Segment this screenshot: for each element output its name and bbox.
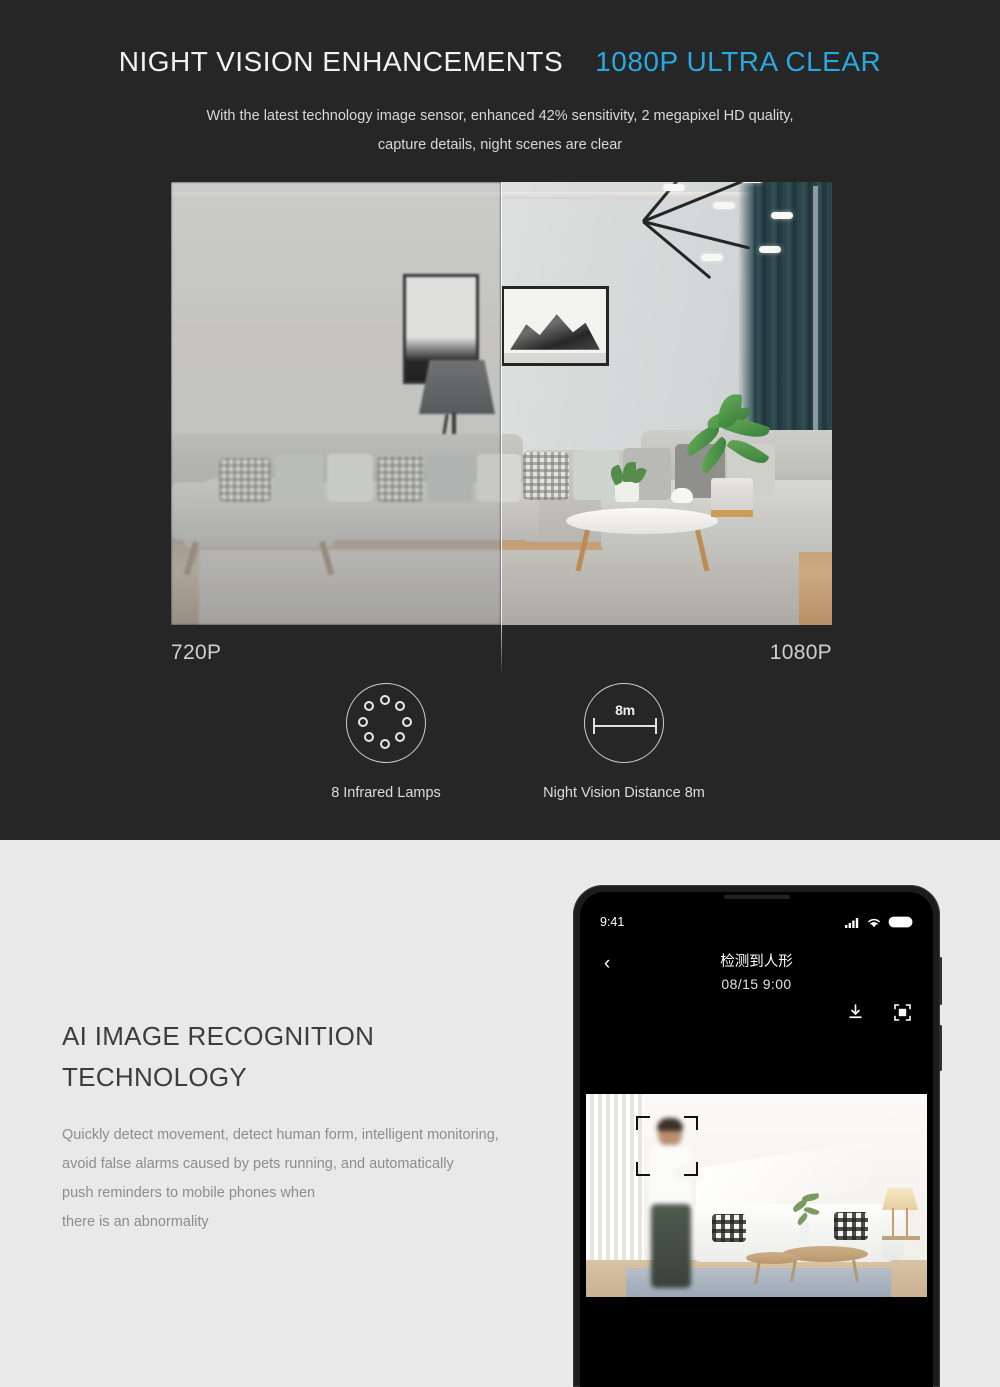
ai-body-line-4: there is an abnormality (62, 1214, 209, 1230)
infrared-lamp-dot (379, 738, 390, 749)
infrared-lamps-icon (346, 683, 426, 763)
phone-mockup: 9:41 ‹ 检测到人形 08/15 9:00 (573, 885, 942, 1387)
comparison-half-1080p (501, 182, 832, 625)
battery-icon (888, 916, 913, 928)
snapshot-icon[interactable] (894, 1004, 911, 1021)
ai-body-line-2: avoid false alarms caused by pets runnin… (62, 1156, 454, 1172)
infrared-lamp-dot (401, 716, 412, 727)
ai-title-line-2: TECHNOLOGY (62, 1062, 248, 1092)
status-time: 9:41 (600, 915, 625, 929)
phone-screen: 9:41 ‹ 检测到人形 08/15 9:00 (580, 892, 933, 1387)
night-vision-subhead: With the latest technology image sensor,… (0, 102, 1000, 160)
night-vision-section: NIGHT VISION ENHANCEMENTS 1080P ULTRA CLE… (0, 0, 1000, 840)
infrared-lamp-dot (364, 732, 375, 743)
feature-caption: Night Vision Distance 8m (543, 785, 705, 801)
ai-section-body: Quickly detect movement, detect human fo… (62, 1121, 499, 1237)
label-1080p: 1080P (769, 641, 832, 664)
distance-label: 8m (615, 702, 635, 718)
label-720p: 720P (171, 641, 222, 664)
status-icon-group (845, 916, 913, 928)
night-vision-headline: NIGHT VISION ENHANCEMENTS 1080P ULTRA CLE… (0, 46, 1000, 78)
infrared-lamp-dot (395, 732, 406, 743)
power-button[interactable] (939, 1025, 942, 1071)
infrared-lamp-dot (379, 694, 390, 705)
headline-accent: 1080P ULTRA CLEAR (595, 46, 882, 77)
infrared-lamp-dot (395, 701, 406, 712)
ai-section-title: AI IMAGE RECOGNITION TECHNOLOGY (62, 1016, 374, 1098)
screen-action-row (847, 1004, 911, 1021)
comparison-divider (501, 182, 502, 676)
screen-subtitle: 08/15 9:00 (721, 976, 792, 992)
ai-body-line-3: push reminders to mobile phones when (62, 1185, 316, 1201)
infrared-lamp-dot (357, 716, 368, 727)
infrared-lamp-dot (364, 701, 375, 712)
headline-main: NIGHT VISION ENHANCEMENTS (118, 46, 564, 77)
ai-title-line-1: AI IMAGE RECOGNITION (62, 1021, 375, 1051)
signal-icon (845, 917, 859, 928)
comparison-half-720p (171, 182, 501, 625)
living-room-scene-720p (171, 182, 501, 625)
human-detection-box (636, 1116, 698, 1176)
night-vision-distance-icon: 8m (584, 683, 664, 763)
subhead-line-1: With the latest technology image sensor,… (206, 108, 794, 124)
earpiece-speaker (723, 895, 790, 899)
download-icon[interactable] (847, 1004, 864, 1021)
ai-body-line-1: Quickly detect movement, detect human fo… (62, 1127, 499, 1143)
status-bar: 9:41 (580, 912, 933, 932)
volume-button[interactable] (939, 957, 942, 1005)
wifi-icon (868, 918, 880, 927)
subhead-line-2: capture details, night scenes are clear (377, 137, 623, 153)
screen-title: 检测到人形 (720, 954, 793, 970)
feature-night-vision-distance: 8m Night Vision Distance 8m (528, 683, 720, 801)
feature-caption: 8 Infrared Lamps (331, 785, 441, 801)
video-table-lamp (882, 1188, 918, 1210)
feature-infrared-lamps: 8 Infrared Lamps (300, 683, 472, 801)
living-room-scene-1080p (501, 182, 832, 625)
camera-video-feed[interactable] (586, 1094, 927, 1297)
feature-icon-row: 8 Infrared Lamps 8m Night Vision Distanc… (300, 683, 720, 813)
